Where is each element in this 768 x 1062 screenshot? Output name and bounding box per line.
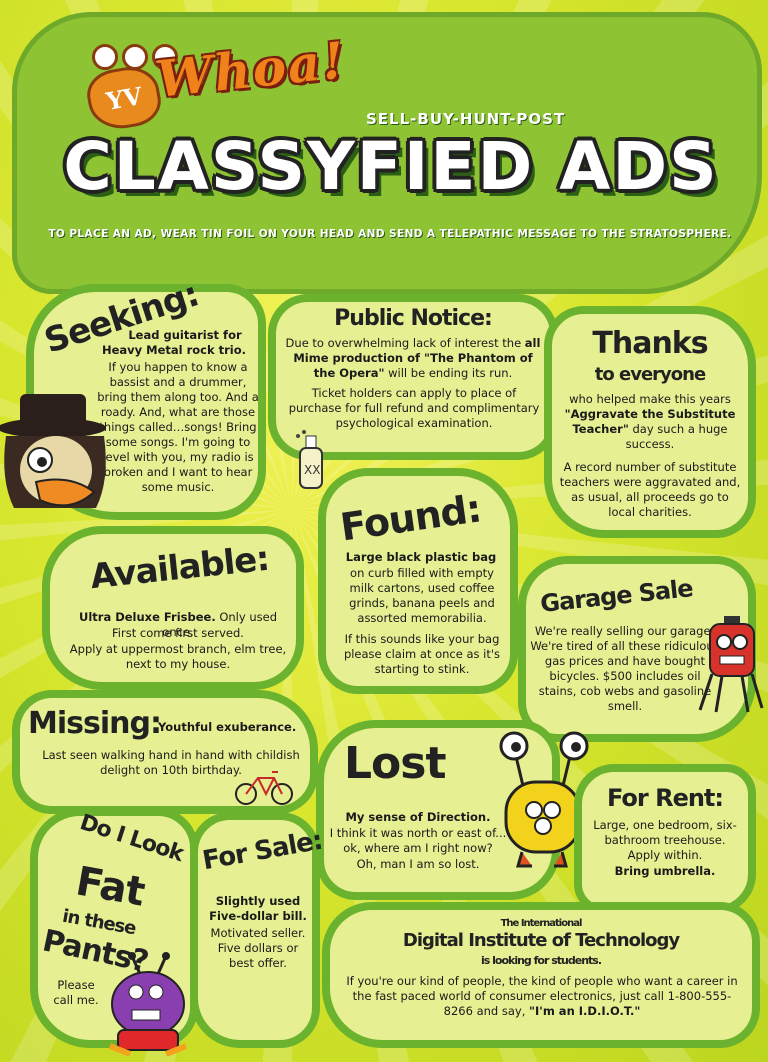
ad-body-bold: Bring umbrella. [614,864,716,878]
purple-creature-icon [100,952,196,1057]
ad-body-3: Apply at uppermost branch, elm tree, nex… [69,642,287,671]
ad-body-bold: Slightly used Five-dollar bill. [209,894,307,923]
page-title: CLASSYFIED ADS [63,128,719,205]
ad-heading: Lost [344,738,446,789]
ad-heading-2: Digital Institute of Technology [402,930,680,951]
ad-body: who helped make this years "Aggravate th… [564,392,736,451]
ad-lead-bold: Heavy Metal rock trio. [101,343,247,357]
subline: TO PLACE AN AD, WEAR TIN FOIL ON YOUR HE… [48,228,732,240]
ad-body-2: A record number of substitute teachers w… [559,460,741,519]
eye-icon [92,44,118,70]
ad-body: We're really selling our garage! We're t… [530,624,720,713]
robot-character-icon [696,614,766,714]
ad-lead-bold: Youthful exuberance. [158,720,297,734]
ad-body-bold: My sense of Direction. [345,810,491,824]
ad-body: on curb filled with empty milk cartons, … [349,566,495,625]
ad-body: Due to overwhelming lack of interest the… [285,336,541,380]
ad-heading: For Rent: [606,784,724,812]
ad-body-bold: Large black plastic bag [345,550,497,564]
ad-lead: Lead guitarist for [128,328,242,342]
bicycle-icon [232,768,296,806]
eye-icon [122,44,148,70]
ad-body: Motivated seller. Five dollars or best o… [210,926,306,970]
bottle-icon: XX [292,430,332,492]
tagline: SELL-BUY-HUNT-POST [366,110,566,128]
ad-body: Large, one bedroom, six-bathroom treehou… [593,818,737,862]
ad-body: Please call me. [53,978,99,1007]
svg-text:XX: XX [304,463,320,477]
ad-body-2: First come first served. [112,626,244,640]
ad-body: If you're our kind of people, the kind o… [346,974,738,1018]
hat-character-icon [0,390,110,516]
ad-body: If you happen to know a bassist and a dr… [97,360,259,494]
ad-heading: Thanks [592,326,708,361]
ad-heading-1: The International [500,918,583,929]
ad-body: I think it was north or east of... ok, w… [329,826,507,855]
ad-body-2: Ticket holders can apply to place of pur… [288,386,540,430]
ad-body-2: Oh, man I am so lost. [356,857,480,871]
ad-heading: Public Notice: [334,306,493,331]
ad-subheading: to everyone [594,364,706,385]
ad-heading: Missing: [28,706,162,741]
ad-heading-3: is looking for students. [480,954,602,967]
ad-body-2: If this sounds like your bag please clai… [343,632,501,676]
